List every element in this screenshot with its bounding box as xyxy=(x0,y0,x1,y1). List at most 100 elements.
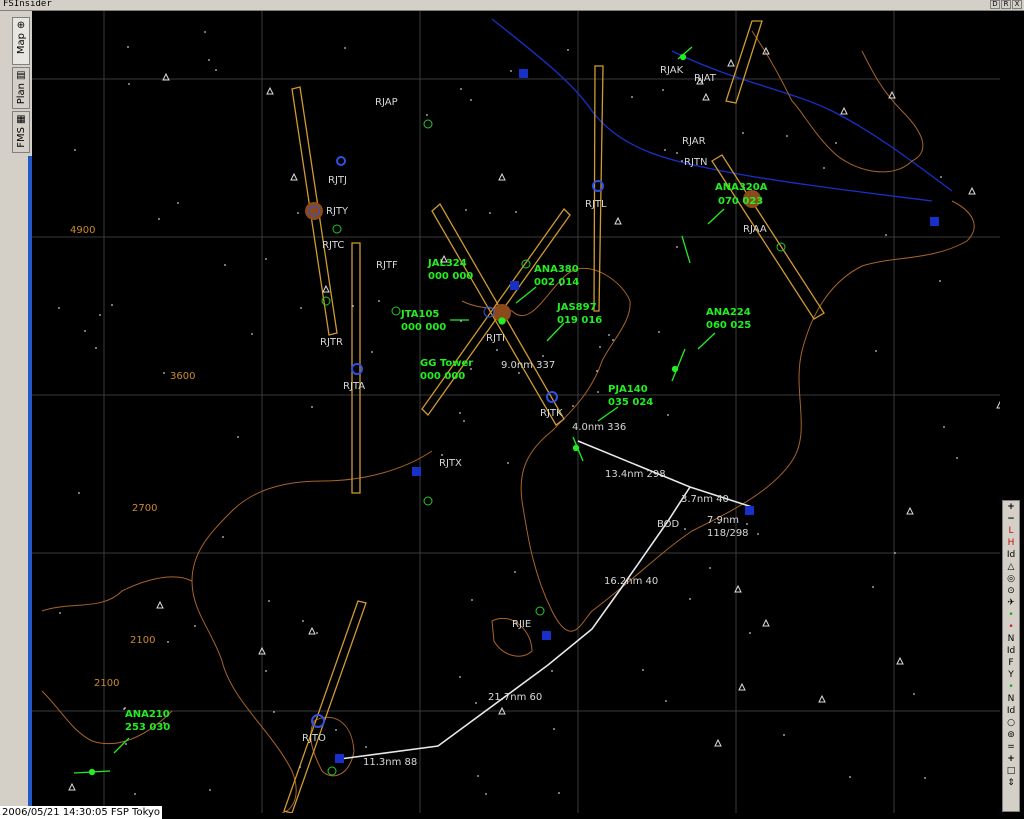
map-tool-button[interactable]: ⇕ xyxy=(1003,777,1019,789)
navaid-triangle xyxy=(762,618,770,627)
airport-label: RJTL xyxy=(585,199,607,210)
map-tool-button[interactable]: − xyxy=(1003,513,1019,525)
leg-label: 11.3nm 88 xyxy=(363,757,417,768)
map-tool-button[interactable]: + xyxy=(1003,753,1019,765)
map-tool-button[interactable]: • xyxy=(1003,621,1019,633)
airport-label: RJTF xyxy=(376,260,398,271)
fix-dot xyxy=(352,305,354,307)
tab-fms[interactable]: ▦ FMS xyxy=(12,111,30,153)
traffic-data: 000 000 xyxy=(401,322,446,333)
navaid-triangle xyxy=(906,506,914,515)
map-canvas[interactable]: 4900 3600 2700 2100 2100 RJAP RJAA RJAT … xyxy=(32,11,1000,813)
fix-dot xyxy=(940,176,942,178)
fix-dot xyxy=(514,571,516,573)
fix-dot xyxy=(477,775,479,777)
fix-dot xyxy=(507,462,509,464)
fix-dot xyxy=(111,304,113,306)
map-tool-button[interactable]: • xyxy=(1003,681,1019,693)
fix-dot xyxy=(885,234,887,236)
detach-button[interactable]: D xyxy=(990,0,1000,9)
leg-label: 4.0nm 336 xyxy=(572,422,626,433)
fix-dot xyxy=(470,99,472,101)
fix-dot xyxy=(567,49,569,51)
map-tool-button[interactable]: N xyxy=(1003,633,1019,645)
close-button[interactable]: X xyxy=(1012,0,1022,9)
airport-label: RJTK xyxy=(540,408,563,419)
fix-dot xyxy=(913,693,915,695)
fix-dot xyxy=(924,777,926,779)
navaid-triangle xyxy=(498,172,506,181)
fix-dot xyxy=(612,339,614,341)
map-tool-button[interactable]: + xyxy=(1003,501,1019,513)
fix-dot xyxy=(665,700,667,702)
airport-label: RJIE xyxy=(512,619,531,630)
map-tool-button[interactable]: L xyxy=(1003,525,1019,537)
map-tool-button[interactable]: ✈ xyxy=(1003,597,1019,609)
map-tool-button[interactable]: □ xyxy=(1003,765,1019,777)
leg-label: 13.4nm 298 xyxy=(605,469,666,480)
fix-dot xyxy=(127,46,129,48)
altitude-marker: 3600 xyxy=(170,371,195,382)
status-bar: 2006/05/21 14:30:05 FSP Tokyo xyxy=(0,806,163,819)
tab-map[interactable]: ⊕ Map xyxy=(12,17,30,65)
map-tool-button[interactable]: • xyxy=(1003,609,1019,621)
fix-dot xyxy=(596,370,598,372)
altitude-marker: 2700 xyxy=(132,503,157,514)
fix-dot xyxy=(215,69,217,71)
route-leg-labels: 9.0nm 337 4.0nm 336 13.4nm 298 3.7nm 40 … xyxy=(363,360,749,768)
fix-dot xyxy=(783,734,785,736)
fix-dot xyxy=(746,523,748,525)
airport-label: RJAR xyxy=(682,136,706,147)
restore-button[interactable]: R xyxy=(1001,0,1011,9)
fix-dot xyxy=(943,426,945,428)
fix-dot xyxy=(558,792,560,794)
traffic-callsign: JAS897 xyxy=(556,302,597,313)
fix-dot xyxy=(689,598,691,600)
map-tool-button[interactable]: N xyxy=(1003,693,1019,705)
fix-dot xyxy=(300,307,302,309)
map-tool-button[interactable]: H xyxy=(1003,537,1019,549)
fix-dot xyxy=(251,333,253,335)
fix-dot xyxy=(299,766,301,768)
map-tool-button[interactable]: Id xyxy=(1003,645,1019,657)
map-tool-button[interactable]: ⊙ xyxy=(1003,585,1019,597)
airport-label: RJTR xyxy=(320,337,343,348)
navaid-triangle xyxy=(614,216,622,225)
document-icon: ▤ xyxy=(16,70,26,81)
map-tool-button[interactable]: ◎ xyxy=(1003,573,1019,585)
map-tool-button[interactable]: F xyxy=(1003,657,1019,669)
fix-dot xyxy=(667,414,669,416)
map-tool-button[interactable]: Id xyxy=(1003,705,1019,717)
leg-label: 3.7nm 40 xyxy=(681,494,729,505)
fix-dot xyxy=(742,132,744,134)
calculator-icon: ▦ xyxy=(16,114,26,125)
map-tool-button[interactable]: = xyxy=(1003,741,1019,753)
airport-label: RJTN xyxy=(684,157,708,168)
map-tool-button[interactable]: ⊚ xyxy=(1003,729,1019,741)
traffic-data: 060 025 xyxy=(706,320,751,331)
side-tab-bar: ⊕ Map ▤ Plan ▦ FMS xyxy=(0,11,32,819)
map-tool-button[interactable]: ○ xyxy=(1003,717,1019,729)
fix-dot xyxy=(204,31,206,33)
fix-dot xyxy=(177,202,179,204)
map-tool-button[interactable]: Y xyxy=(1003,669,1019,681)
fix-dot xyxy=(378,300,380,302)
fix-dot xyxy=(163,722,165,724)
traffic-data: 035 024 xyxy=(608,397,653,408)
map-tool-button[interactable]: Id xyxy=(1003,549,1019,561)
fix-dot xyxy=(335,729,337,731)
fix-dot xyxy=(631,96,633,98)
fix-dot xyxy=(597,391,599,393)
fix-dot xyxy=(158,218,160,220)
map-tool-button[interactable]: △ xyxy=(1003,561,1019,573)
navaid-triangle xyxy=(156,600,164,609)
tab-map-label: Map xyxy=(15,33,27,55)
altitude-marker: 2100 xyxy=(130,635,155,646)
tab-plan[interactable]: ▤ Plan xyxy=(12,67,30,109)
tab-fms-label: FMS xyxy=(15,127,27,148)
fix-dot xyxy=(599,346,601,348)
navaid-triangle xyxy=(738,682,746,691)
airport-label: RJAP xyxy=(375,97,398,108)
radar-map[interactable]: 4900 3600 2700 2100 2100 RJAP RJAA RJAT … xyxy=(32,11,1000,813)
fix-dot xyxy=(426,114,428,116)
